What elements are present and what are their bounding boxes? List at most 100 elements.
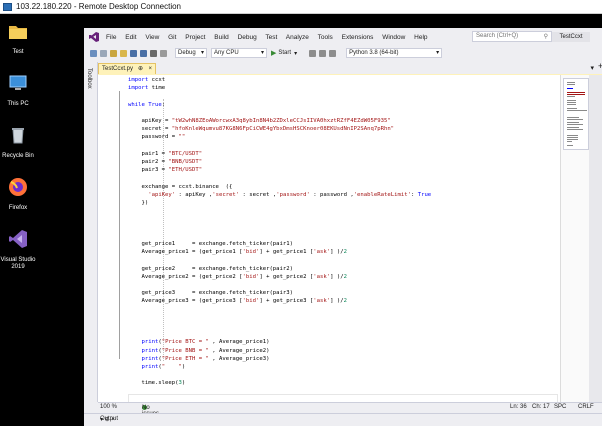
code-line[interactable]: Average_price2 = (get_price2 ['bid'] + g…	[128, 274, 346, 280]
editor-status-bar: 100 % No issues found Ln: 36 Ch: 17 SPC …	[98, 402, 602, 423]
redo-icon[interactable]	[160, 49, 167, 57]
zoom-level[interactable]: 100 %	[100, 404, 117, 410]
desktop-icon-recycle-bin[interactable]: Recycle Bin	[0, 124, 36, 160]
menu: File Edit View Git Project Build Debug T…	[106, 34, 435, 41]
undo-icon[interactable]	[150, 49, 157, 57]
menu-view[interactable]: View	[145, 34, 159, 41]
menu-project[interactable]: Project	[185, 34, 205, 41]
code-line[interactable]: pair2 = "BNB/USDT"	[128, 159, 202, 165]
code-line[interactable]: Average_price3 = (get_price3 ['bid'] + g…	[128, 298, 346, 304]
python-environment-value: Python 3.8 (64-bit)	[349, 50, 399, 56]
chevron-down-icon: ▾	[200, 50, 204, 56]
visual-studio-window: File Edit View Git Project Build Debug T…	[84, 28, 602, 426]
menu-help[interactable]: Help	[414, 34, 427, 41]
menu-edit[interactable]: Edit	[125, 34, 136, 41]
code-line[interactable]: import ccxt	[128, 77, 165, 83]
panel-controls-icon[interactable]: ▾ ⊕ ×	[100, 416, 596, 423]
code-line[interactable]: })	[128, 200, 148, 206]
code-minimap	[563, 78, 589, 150]
menu-window[interactable]: Window	[382, 34, 405, 41]
menu-tools[interactable]: Tools	[318, 34, 333, 41]
code-line[interactable]: secret = "hfoKnleWqumvu87KG8N6FpCiCWE4gY…	[128, 126, 394, 132]
forward-icon[interactable]	[100, 49, 107, 57]
search-input[interactable]: Search (Ctrl+Q) ⚲	[472, 31, 552, 42]
new-project-icon[interactable]	[110, 49, 117, 57]
toolbox-label: Toolbox	[86, 68, 92, 89]
whitespace-mode[interactable]: SPC	[554, 404, 566, 410]
save-all-icon[interactable]	[140, 49, 147, 57]
start-button[interactable]: Start	[278, 50, 291, 56]
output-panel-header[interactable]: Output ▾ ⊕ ×	[84, 413, 602, 426]
desktop-icon-label: Test	[12, 49, 24, 55]
code-line[interactable]: get_price1 = exchange.fetch_ticker(pair1…	[128, 241, 293, 247]
code-line[interactable]: print(" ")	[128, 364, 185, 370]
code-line[interactable]: Average_price1 = (get_price1 ['bid'] + g…	[128, 249, 346, 255]
rdp-window-title: 103.22.180.220 - Remote Desktop Connecti…	[16, 2, 181, 11]
desktop-icon-firefox[interactable]: Firefox	[0, 176, 36, 212]
code-line[interactable]: get_price2 = exchange.fetch_ticker(pair2…	[128, 266, 293, 272]
menu-test[interactable]: Test	[265, 34, 277, 41]
open-file-icon[interactable]	[120, 49, 127, 57]
editor-margin	[98, 75, 120, 402]
chevron-down-icon[interactable]: ▾	[294, 50, 297, 57]
save-icon[interactable]	[130, 49, 137, 57]
rdp-title-bar[interactable]: 103.22.180.220 - Remote Desktop Connecti…	[0, 0, 602, 14]
toolbar-icon[interactable]	[319, 49, 327, 57]
code-line[interactable]: time.sleep(3)	[128, 380, 185, 386]
desktop-icon-label: Recycle Bin	[2, 153, 34, 159]
search-icon: ⚲	[543, 34, 548, 40]
desktop-icon-visual-studio[interactable]: Visual Studio 2019	[0, 228, 36, 271]
split-window-icon[interactable]: +	[598, 61, 602, 71]
project-name-badge[interactable]: TestCcxt	[552, 32, 590, 42]
standard-toolbar: Debug ▾ Any CPU ▾ ▶ Start ▾ Python 3.8 (64…	[84, 46, 602, 60]
code-line[interactable]: 'apiKey' : apiKey ,'secret' : secret ,'p…	[128, 192, 431, 198]
code-line[interactable]: exchange = ccxt.binance ({	[128, 184, 232, 190]
chevron-down-icon[interactable]: ▾	[590, 64, 594, 72]
code-line[interactable]: print("Price BTC = " , Average_price1)	[128, 339, 269, 345]
recycle-bin-icon	[12, 128, 24, 144]
platform-select[interactable]: Any CPU ▾	[211, 48, 267, 58]
desktop-icon-this-pc[interactable]: This PC	[0, 72, 36, 108]
configuration-select[interactable]: Debug ▾	[175, 48, 207, 58]
code-line[interactable]: apiKey = "tW2whN8ZEoAWorcwxA3q8ybIn8N4b2…	[128, 118, 390, 124]
scrollbar-track[interactable]	[589, 75, 602, 402]
desktop-icon-label: Visual Studio	[0, 257, 36, 263]
line-ending[interactable]: CRLF	[578, 404, 594, 410]
line-number: Ln: 36	[510, 404, 527, 410]
code-area[interactable]: import ccxt import time while True: apiKey…	[128, 75, 558, 402]
desktop-icon-test[interactable]: Test	[0, 20, 36, 56]
chevron-down-icon: ▾	[260, 50, 264, 56]
toolbar-icon[interactable]	[329, 49, 337, 57]
code-line[interactable]: import time	[128, 85, 165, 91]
code-line[interactable]: while True:	[128, 102, 165, 108]
start-play-icon[interactable]: ▶	[271, 49, 276, 57]
back-icon[interactable]	[90, 49, 97, 57]
code-line[interactable]: pair3 = "ETH/USDT"	[128, 167, 202, 173]
code-line[interactable]: pair1 = "BTC/USDT"	[128, 151, 202, 157]
code-line[interactable]: print("Price ETH = " , Average_price3)	[128, 356, 269, 362]
code-line[interactable]: print("Price BNB = " , Average_price2)	[128, 348, 269, 354]
column-number: Ch: 17	[532, 404, 550, 410]
platform-value: Any CPU	[214, 50, 239, 56]
menu-debug[interactable]: Debug	[238, 34, 257, 41]
tab-label: TestCcxt.py	[102, 66, 134, 72]
code-editor[interactable]: import ccxt import time while True: apiKey…	[98, 75, 560, 403]
vertical-scrollbar[interactable]	[560, 75, 602, 402]
visual-studio-logo-icon	[89, 32, 99, 42]
toolbar-icon[interactable]	[309, 49, 317, 57]
desktop-icon-label: This PC	[7, 101, 29, 107]
code-line[interactable]: get_price3 = exchange.fetch_ticker(pair3…	[128, 290, 293, 296]
chevron-down-icon: ▾	[436, 50, 440, 56]
menu-file[interactable]: File	[106, 34, 116, 41]
code-line[interactable]: password = ""	[128, 134, 185, 140]
python-environment-select[interactable]: Python 3.8 (64-bit) ▾	[346, 48, 443, 58]
desktop-icon-label: Firefox	[8, 205, 28, 211]
toolbox-panel-tab[interactable]: Toolbox	[84, 62, 98, 402]
desktop: Test This PC Recycle Bin Firefox Visual …	[0, 14, 82, 425]
menu-analyze[interactable]: Analyze	[286, 34, 309, 41]
menu-build[interactable]: Build	[214, 34, 228, 41]
visual-studio-icon	[9, 230, 27, 248]
menu-extensions[interactable]: Extensions	[342, 34, 374, 41]
firefox-icon	[9, 178, 27, 196]
menu-git[interactable]: Git	[168, 34, 176, 41]
